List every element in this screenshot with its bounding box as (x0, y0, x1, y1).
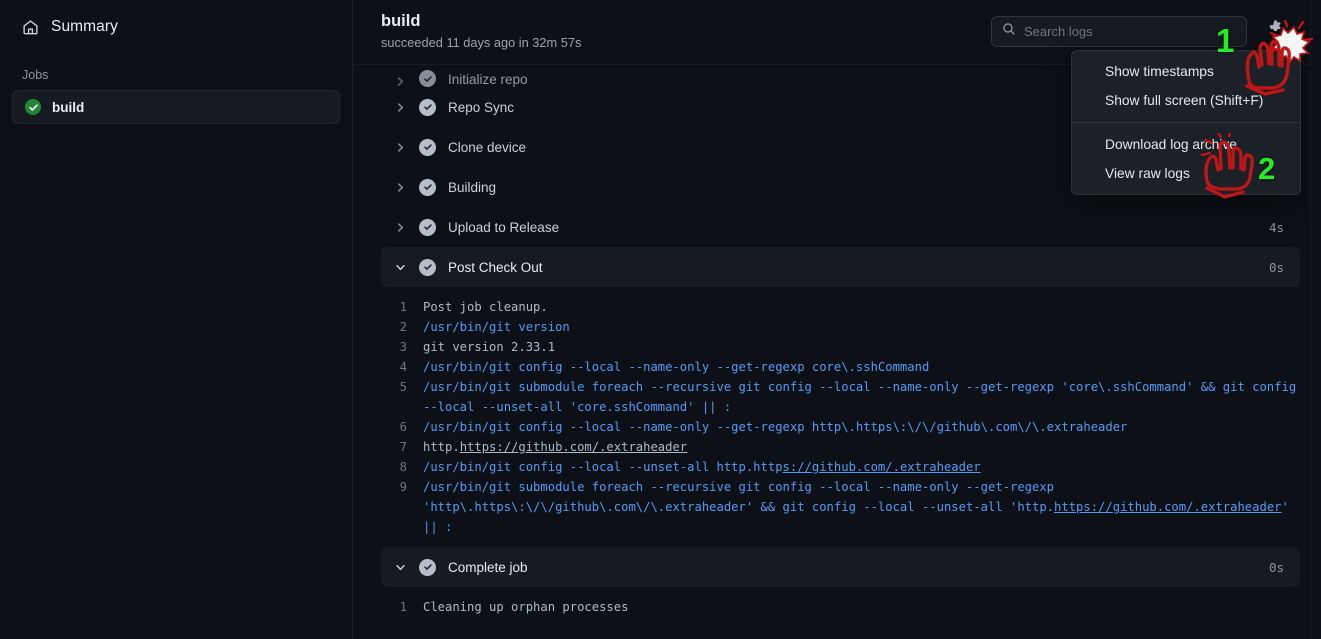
search-input[interactable] (1024, 24, 1236, 39)
chevron-right-icon (391, 182, 409, 193)
log-line-number: 7 (381, 437, 423, 457)
log-line-text: /usr/bin/git config --local --unset-all … (423, 457, 1300, 477)
log-line: 2 /usr/bin/git version (381, 317, 1300, 337)
log-line: 1 Cleaning up orphan processes (381, 597, 1300, 617)
log-line-number: 9 (381, 477, 423, 497)
sidebar: Summary Jobs build (0, 0, 353, 639)
log-line-text: Post job cleanup. (423, 297, 1300, 317)
check-circle-icon (419, 179, 436, 196)
log-line: 9 /usr/bin/git submodule foreach --recur… (381, 477, 1300, 537)
log-line-text: Cleaning up orphan processes (423, 597, 1300, 617)
check-circle-icon (419, 99, 436, 116)
chevron-right-icon (391, 102, 409, 113)
log-line: 4 /usr/bin/git config --local --name-onl… (381, 357, 1300, 377)
log-line: 6 /usr/bin/git config --local --name-onl… (381, 417, 1300, 437)
log-line-text: http.https://github.com/.extraheader (423, 437, 1300, 457)
log-output-complete-job: 1 Cleaning up orphan processes (381, 587, 1300, 627)
chevron-right-icon (391, 76, 409, 87)
chevron-right-icon (391, 142, 409, 153)
log-line-number: 4 (381, 357, 423, 377)
step-duration: 4s (1269, 220, 1284, 235)
check-circle-icon (419, 219, 436, 236)
step-row[interactable]: Post Check Out 0s (381, 247, 1300, 287)
sidebar-job-label: build (52, 100, 84, 115)
log-line-text: /usr/bin/git config --local --name-only … (423, 357, 1300, 377)
step-name: Upload to Release (448, 220, 1269, 235)
log-line-number: 1 (381, 597, 423, 617)
search-icon (1002, 22, 1016, 41)
check-circle-icon (419, 559, 436, 576)
step-duration: 0s (1269, 260, 1284, 275)
log-line-number: 3 (381, 337, 423, 357)
sidebar-item-summary[interactable]: Summary (12, 0, 340, 54)
search-logs-box[interactable] (991, 16, 1247, 47)
sidebar-jobs-heading: Jobs (12, 54, 340, 90)
gear-icon (1267, 20, 1284, 42)
check-circle-icon (25, 99, 41, 115)
step-row[interactable]: Upload to Release 4s (381, 207, 1300, 247)
log-line-number: 6 (381, 417, 423, 437)
check-circle-icon (419, 70, 436, 87)
log-output-post-check-out: 1 Post job cleanup. 2 /usr/bin/git versi… (381, 287, 1300, 547)
step-name: Complete job (448, 560, 1269, 575)
panel-right-divider (1310, 0, 1311, 639)
log-line-text: /usr/bin/git version (423, 317, 1300, 337)
chevron-right-icon (391, 222, 409, 233)
gear-button[interactable] (1262, 18, 1288, 44)
log-line-number: 2 (381, 317, 423, 337)
sidebar-item-summary-label: Summary (51, 18, 118, 36)
sidebar-item-job-build[interactable]: build (12, 90, 340, 124)
log-line: 7 http.https://github.com/.extraheader (381, 437, 1300, 457)
log-line-text: /usr/bin/git submodule foreach --recursi… (423, 377, 1300, 417)
log-line-number: 5 (381, 377, 423, 397)
chevron-down-icon (391, 262, 409, 273)
log-line-text: /usr/bin/git submodule foreach --recursi… (423, 477, 1300, 537)
log-line: 5 /usr/bin/git submodule foreach --recur… (381, 377, 1300, 417)
log-line-number: 1 (381, 297, 423, 317)
show-full-screen-menu-item[interactable]: Show full screen (Shift+F) (1072, 86, 1300, 115)
check-circle-icon (419, 259, 436, 276)
chevron-down-icon (391, 562, 409, 573)
step-name: Post Check Out (448, 260, 1269, 275)
log-line-text: git version 2.33.1 (423, 337, 1300, 357)
annotation-number-1: 1 (1216, 22, 1234, 60)
log-line: 3 git version 2.33.1 (381, 337, 1300, 357)
log-line-number: 8 (381, 457, 423, 477)
step-row[interactable]: Complete job 0s (381, 547, 1300, 587)
log-line: 1 Post job cleanup. (381, 297, 1300, 317)
step-duration: 0s (1269, 560, 1284, 575)
home-icon (22, 19, 39, 36)
annotation-number-2: 2 (1258, 151, 1275, 187)
check-circle-icon (419, 139, 436, 156)
menu-divider (1072, 122, 1300, 123)
workflow-run-log-page: Summary Jobs build build succeeded 11 da… (0, 0, 1321, 639)
log-line: 8 /usr/bin/git config --local --unset-al… (381, 457, 1300, 477)
show-timestamps-menu-item[interactable]: Show timestamps (1072, 57, 1300, 86)
log-line-text: /usr/bin/git config --local --name-only … (423, 417, 1300, 437)
